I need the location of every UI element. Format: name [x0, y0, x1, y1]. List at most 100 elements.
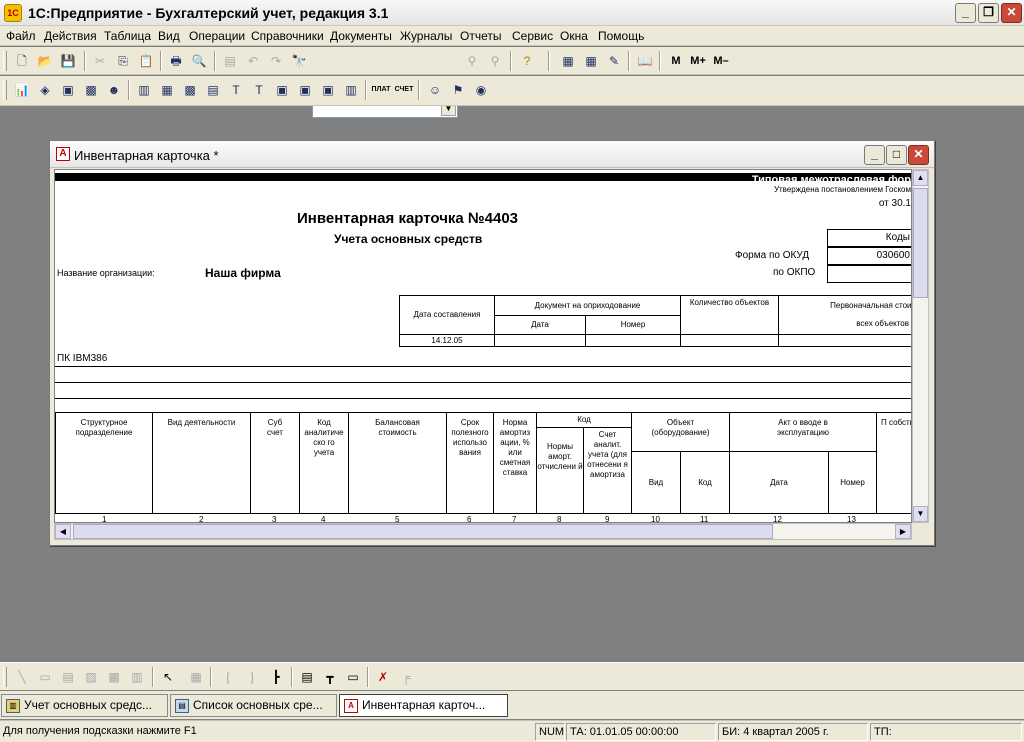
- operations-icon[interactable]: ▩: [81, 80, 101, 100]
- edit-icon[interactable]: ✎: [604, 51, 624, 71]
- scroll-down-icon[interactable]: ▼: [913, 506, 928, 522]
- calendar-icon[interactable]: ▦: [581, 51, 601, 71]
- copy-icon[interactable]: ⎘: [113, 51, 133, 71]
- help-icon[interactable]: ?: [517, 51, 537, 71]
- picture-icon[interactable]: ▨: [81, 667, 101, 687]
- no-borders-icon[interactable]: ✗: [373, 667, 393, 687]
- print-preview-icon[interactable]: 🔍: [189, 51, 209, 71]
- vertical-scrollbar[interactable]: ▲ ▼: [912, 169, 929, 523]
- scroll-up-icon[interactable]: ▲: [913, 170, 928, 186]
- menu-file[interactable]: Файл: [6, 29, 36, 43]
- menu-windows[interactable]: Окна: [560, 29, 588, 43]
- grid-icon[interactable]: ▦: [157, 80, 177, 100]
- report-icon[interactable]: ▣: [272, 80, 292, 100]
- menu-reports[interactable]: Отчеты: [460, 29, 501, 43]
- memory-minus-button[interactable]: M–: [711, 51, 731, 71]
- toolbar-grip[interactable]: [3, 80, 7, 100]
- grid-toggle-icon[interactable]: ▦: [186, 667, 206, 687]
- goods-icon[interactable]: ⚑: [448, 80, 468, 100]
- rows-icon[interactable]: ▤: [297, 667, 317, 687]
- memory-plus-button[interactable]: M+: [688, 51, 708, 71]
- report2-icon[interactable]: ▣: [295, 80, 315, 100]
- doc-minimize-button[interactable]: _: [864, 145, 885, 165]
- org-value[interactable]: Наша фирма: [205, 266, 281, 280]
- checker-icon[interactable]: ▩: [180, 80, 200, 100]
- menu-actions[interactable]: Действия: [44, 29, 97, 43]
- bracket-right-icon[interactable]: ]: [242, 667, 262, 687]
- invoice-button[interactable]: СЧЕТ: [394, 80, 414, 100]
- register-icon[interactable]: ▣: [58, 80, 78, 100]
- find-prev-icon[interactable]: ⚲: [485, 51, 505, 71]
- memory-button[interactable]: M: [666, 51, 686, 71]
- bracket-left-icon[interactable]: [: [218, 667, 238, 687]
- open-icon[interactable]: 📂: [35, 51, 55, 71]
- toolbar-grip[interactable]: [3, 51, 7, 71]
- person-icon[interactable]: ☻: [104, 80, 124, 100]
- undo-icon[interactable]: ↶: [243, 51, 263, 71]
- spreadsheet[interactable]: Типовая межотраслевая фор Утверждена пос…: [54, 169, 912, 523]
- catalog-icon[interactable]: ◈: [35, 80, 55, 100]
- chart-object-icon[interactable]: ▥: [127, 667, 147, 687]
- properties-icon[interactable]: ▤: [220, 51, 240, 71]
- line-icon[interactable]: ╲: [12, 667, 32, 687]
- vertical-scroll-thumb[interactable]: [913, 188, 928, 298]
- print-icon[interactable]: 🖶: [166, 51, 186, 71]
- menu-help[interactable]: Помощь: [598, 29, 644, 43]
- menu-operations[interactable]: Операции: [189, 29, 245, 43]
- quantity-value[interactable]: [680, 334, 779, 347]
- menu-documents[interactable]: Документы: [330, 29, 392, 43]
- menu-references[interactable]: Справочники: [251, 29, 324, 43]
- report-t-icon[interactable]: T: [226, 80, 246, 100]
- align-icon[interactable]: ┣: [266, 667, 286, 687]
- chart-icon[interactable]: 📊: [12, 80, 32, 100]
- doc-maximize-button[interactable]: □: [886, 145, 907, 165]
- find-next-icon[interactable]: ⚲: [462, 51, 482, 71]
- menu-table[interactable]: Таблица: [104, 29, 151, 43]
- doc-date-value[interactable]: [494, 334, 586, 347]
- cut-icon[interactable]: ✂: [90, 51, 110, 71]
- payment-button[interactable]: ПЛАТ: [371, 80, 391, 100]
- ole-icon[interactable]: ▩: [104, 667, 124, 687]
- save-icon[interactable]: 💾: [58, 51, 78, 71]
- toolbar-grip[interactable]: [3, 667, 7, 687]
- doc-close-button[interactable]: ✕: [908, 145, 929, 165]
- calculator-icon[interactable]: ▦: [558, 51, 578, 71]
- window-tab-assets-list[interactable]: ▤ Список основных сре...: [170, 694, 337, 717]
- borders-icon[interactable]: ╒: [396, 667, 416, 687]
- window-tab-inventory-card[interactable]: A Инвентарная карточ...: [339, 694, 508, 717]
- report-tt-icon[interactable]: T: [249, 80, 269, 100]
- horizontal-scroll-thumb[interactable]: [73, 524, 773, 539]
- book-icon[interactable]: 📖: [635, 51, 655, 71]
- rectangle-icon[interactable]: ▭: [35, 667, 55, 687]
- date-composed-value[interactable]: 14.12.05: [399, 334, 495, 347]
- new-icon[interactable]: 🗋: [12, 51, 32, 71]
- object-name[interactable]: ПК IBM386: [57, 353, 107, 364]
- redo-icon[interactable]: ↷: [266, 51, 286, 71]
- minimize-button[interactable]: _: [955, 3, 976, 23]
- window-tab-fixed-assets[interactable]: ▥ Учет основных средс...: [1, 694, 168, 717]
- paste-icon[interactable]: 📋: [136, 51, 156, 71]
- horizontal-scrollbar[interactable]: ◀ ▶: [54, 523, 912, 540]
- ruler-icon[interactable]: ▭: [343, 667, 363, 687]
- table-icon[interactable]: ▤: [203, 80, 223, 100]
- scroll-right-icon[interactable]: ▶: [895, 524, 911, 539]
- text-icon[interactable]: ▤: [58, 667, 78, 687]
- close-button[interactable]: ✕: [1001, 3, 1022, 23]
- okud-value[interactable]: 030600: [827, 247, 911, 265]
- menu-service[interactable]: Сервис: [512, 29, 553, 43]
- columns-icon[interactable]: ┳: [320, 667, 340, 687]
- bar-report-icon[interactable]: ▥: [341, 80, 361, 100]
- scroll-left-icon[interactable]: ◀: [55, 524, 71, 539]
- okpo-value[interactable]: [827, 265, 911, 283]
- cashier-icon[interactable]: ☺: [425, 80, 445, 100]
- pointer-icon[interactable]: ↖: [158, 667, 178, 687]
- restore-button[interactable]: ❐: [978, 3, 999, 23]
- find-icon[interactable]: 🔭: [289, 51, 309, 71]
- menu-view[interactable]: Вид: [158, 29, 180, 43]
- journal-icon[interactable]: ▥: [134, 80, 154, 100]
- menu-journals[interactable]: Журналы: [400, 29, 452, 43]
- doc-number-value[interactable]: [585, 334, 681, 347]
- report3-icon[interactable]: ▣: [318, 80, 338, 100]
- palette-icon[interactable]: ◉: [471, 80, 491, 100]
- cost-value[interactable]: [778, 334, 911, 347]
